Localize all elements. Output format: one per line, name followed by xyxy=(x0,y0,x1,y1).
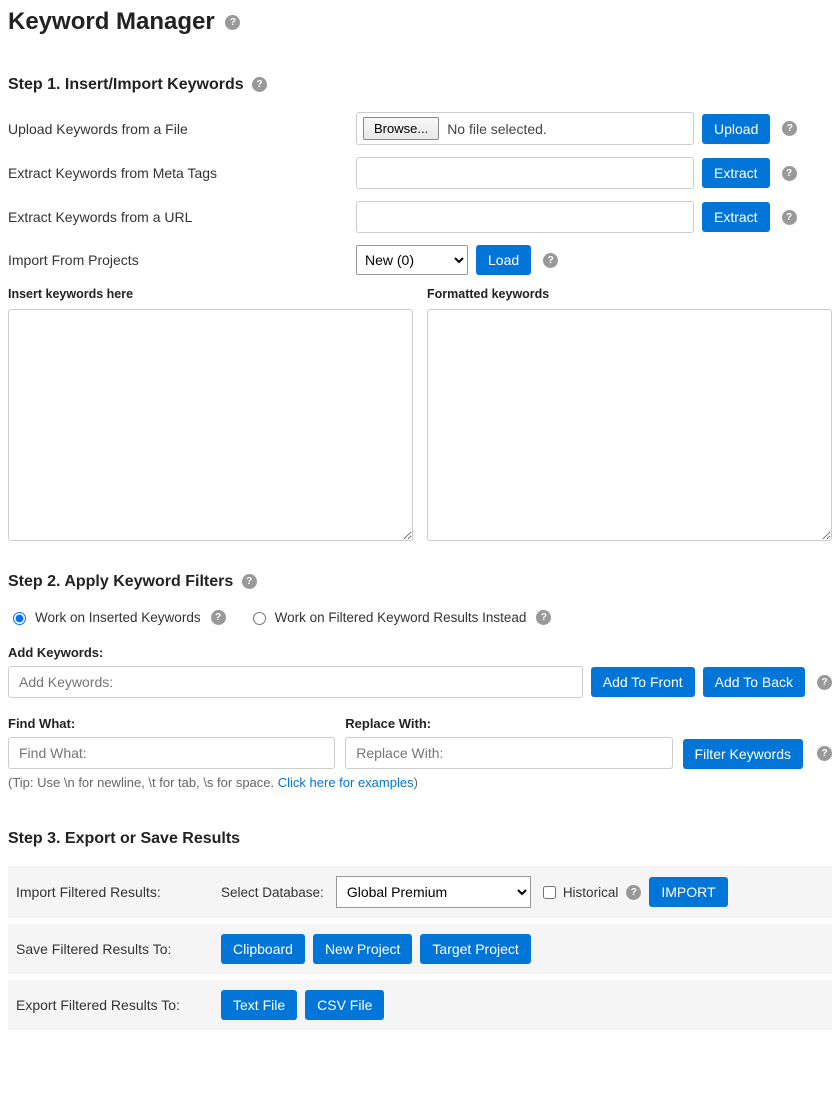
historical-text: Historical xyxy=(563,885,619,900)
load-button[interactable]: Load xyxy=(476,245,531,275)
import-results-label: Import Filtered Results: xyxy=(16,884,221,900)
upload-button[interactable]: Upload xyxy=(702,114,770,144)
formatted-keywords-label: Formatted keywords xyxy=(427,287,832,301)
replace-input[interactable] xyxy=(345,737,672,769)
insert-keywords-textarea[interactable] xyxy=(8,309,413,541)
projects-row: Import From Projects New (0) Load ? xyxy=(8,245,832,275)
upload-label: Upload Keywords from a File xyxy=(8,121,356,137)
url-row: Extract Keywords from a URL Extract ? xyxy=(8,201,832,233)
help-icon[interactable]: ? xyxy=(252,77,267,92)
tip-close: ) xyxy=(414,775,418,790)
add-to-back-button[interactable]: Add To Back xyxy=(703,667,805,697)
select-db-label: Select Database: xyxy=(221,885,324,900)
step2-heading-text: Step 2. Apply Keyword Filters xyxy=(8,573,233,590)
radio-inserted-label[interactable]: Work on Inserted Keywords ? xyxy=(8,609,226,625)
projects-select[interactable]: New (0) xyxy=(356,245,468,275)
meta-row: Extract Keywords from Meta Tags Extract … xyxy=(8,157,832,189)
help-icon[interactable]: ? xyxy=(225,15,240,30)
help-icon[interactable]: ? xyxy=(543,253,558,268)
page-title-text: Keyword Manager xyxy=(8,8,215,35)
file-input[interactable]: Browse... No file selected. xyxy=(356,112,694,145)
radio-filtered-text: Work on Filtered Keyword Results Instead xyxy=(275,610,527,625)
extract-meta-button[interactable]: Extract xyxy=(702,158,770,188)
filter-source-radios: Work on Inserted Keywords ? Work on Filt… xyxy=(8,609,832,625)
add-keywords-label: Add Keywords: xyxy=(8,645,832,660)
help-icon[interactable]: ? xyxy=(817,675,832,690)
clipboard-button[interactable]: Clipboard xyxy=(221,934,305,964)
upload-row: Upload Keywords from a File Browse... No… xyxy=(8,112,832,145)
step3-section: Step 3. Export or Save Results Import Fi… xyxy=(8,830,832,1030)
csv-file-button[interactable]: CSV File xyxy=(305,990,384,1020)
find-input[interactable] xyxy=(8,737,335,769)
step2-section: Step 2. Apply Keyword Filters ? Work on … xyxy=(8,573,832,790)
text-file-button[interactable]: Text File xyxy=(221,990,297,1020)
tip-text-body: (Tip: Use \n for newline, \t for tab, \s… xyxy=(8,775,278,790)
formatted-keywords-textarea[interactable] xyxy=(427,309,832,541)
extract-url-button[interactable]: Extract xyxy=(702,202,770,232)
help-icon[interactable]: ? xyxy=(782,166,797,181)
page-title: Keyword Manager ? xyxy=(8,8,832,36)
help-icon[interactable]: ? xyxy=(782,210,797,225)
export-results-label: Export Filtered Results To: xyxy=(16,997,221,1013)
help-icon[interactable]: ? xyxy=(211,610,226,625)
step2-heading: Step 2. Apply Keyword Filters ? xyxy=(8,573,832,591)
add-keywords-input[interactable] xyxy=(8,666,583,698)
radio-inserted-text: Work on Inserted Keywords xyxy=(35,610,201,625)
step1-heading: Step 1. Insert/Import Keywords ? xyxy=(8,76,832,94)
projects-label: Import From Projects xyxy=(8,252,356,268)
radio-filtered-label[interactable]: Work on Filtered Keyword Results Instead… xyxy=(248,609,552,625)
historical-label[interactable]: Historical ? xyxy=(539,883,642,902)
keyword-columns: Insert keywords here Formatted keywords xyxy=(8,287,832,541)
target-project-button[interactable]: Target Project xyxy=(420,934,530,964)
import-button[interactable]: IMPORT xyxy=(649,877,727,907)
help-icon[interactable]: ? xyxy=(242,574,257,589)
database-select[interactable]: Global Premium xyxy=(336,876,531,908)
tip-examples-link[interactable]: Click here for examples xyxy=(278,775,414,790)
help-icon[interactable]: ? xyxy=(626,885,641,900)
meta-label: Extract Keywords from Meta Tags xyxy=(8,165,356,181)
step1-heading-text: Step 1. Insert/Import Keywords xyxy=(8,76,244,93)
file-selected-text: No file selected. xyxy=(447,121,547,137)
filter-keywords-button[interactable]: Filter Keywords xyxy=(683,739,803,769)
help-icon[interactable]: ? xyxy=(536,610,551,625)
radio-filtered[interactable] xyxy=(253,612,266,625)
import-results-row: Import Filtered Results: Select Database… xyxy=(8,866,832,918)
replace-label: Replace With: xyxy=(345,716,672,731)
url-label: Extract Keywords from a URL xyxy=(8,209,356,225)
step3-heading: Step 3. Export or Save Results xyxy=(8,830,832,848)
add-to-front-button[interactable]: Add To Front xyxy=(591,667,695,697)
insert-keywords-label: Insert keywords here xyxy=(8,287,413,301)
save-results-row: Save Filtered Results To: Clipboard New … xyxy=(8,924,832,974)
help-icon[interactable]: ? xyxy=(782,121,797,136)
find-replace-row: Find What: Replace With: Filter Keywords… xyxy=(8,716,832,769)
export-results-row: Export Filtered Results To: Text File CS… xyxy=(8,980,832,1030)
tip-text: (Tip: Use \n for newline, \t for tab, \s… xyxy=(8,775,832,790)
save-results-label: Save Filtered Results To: xyxy=(16,941,221,957)
meta-input[interactable] xyxy=(356,157,694,189)
new-project-button[interactable]: New Project xyxy=(313,934,412,964)
step1-section: Step 1. Insert/Import Keywords ? Upload … xyxy=(8,76,832,541)
help-icon[interactable]: ? xyxy=(817,746,832,761)
url-input[interactable] xyxy=(356,201,694,233)
historical-checkbox[interactable] xyxy=(543,886,556,899)
radio-inserted[interactable] xyxy=(13,612,26,625)
find-label: Find What: xyxy=(8,716,335,731)
browse-button[interactable]: Browse... xyxy=(363,117,439,140)
